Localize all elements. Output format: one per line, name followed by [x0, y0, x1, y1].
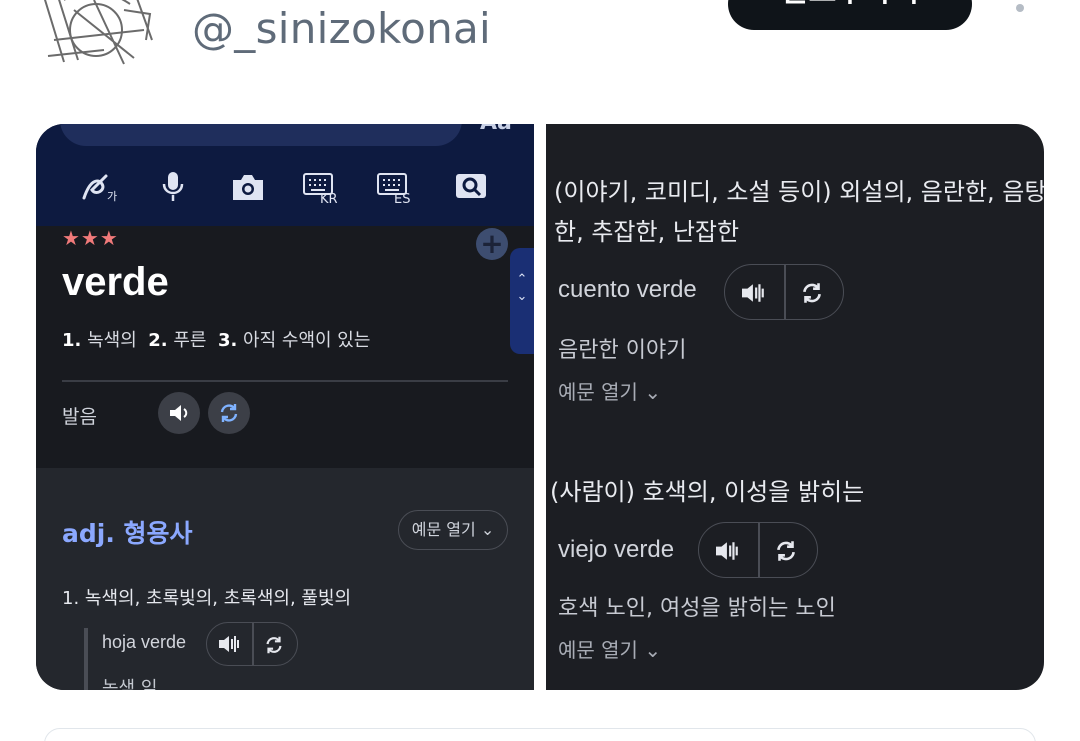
- follow-button[interactable]: 팔로우하기: [728, 0, 972, 30]
- speaker-wave-icon[interactable]: [739, 281, 769, 305]
- add-wordbook-button[interactable]: +: [476, 228, 508, 260]
- tweet-view: @_sinizokonai 팔로우하기 verde Aa 가: [0, 0, 1080, 741]
- divider: [62, 380, 508, 382]
- speaker-wave-icon[interactable]: [217, 633, 243, 655]
- keyboard-kr-icon[interactable]: KR: [302, 170, 342, 204]
- sense-section: adj. 형용사 예문 열기 ⌄ 1. 녹색의, 초록빛의, 초록색의, 풀빛의…: [36, 468, 534, 690]
- entry-scroll-control[interactable]: ⌃ ⌄: [510, 248, 534, 354]
- example-quote-bar: [84, 628, 88, 690]
- repeat-audio-button[interactable]: [208, 392, 250, 434]
- play-audio-button[interactable]: [158, 392, 200, 434]
- separator: [758, 523, 760, 577]
- meaning-3-num: 3.: [217, 330, 238, 351]
- part-of-speech: adj. 형용사: [62, 519, 193, 548]
- example-a-audio-controls: [724, 264, 844, 320]
- repeat-icon: [220, 404, 238, 422]
- sense-definition: 1. 녹색의, 초록빛의, 초록색의, 풀빛의: [62, 588, 352, 609]
- more-options-icon[interactable]: [1016, 4, 1024, 12]
- user-handle[interactable]: @_sinizokonai: [192, 4, 491, 53]
- dictionary-search-field[interactable]: verde: [60, 124, 462, 146]
- font-size-toggle[interactable]: Aa: [480, 124, 512, 135]
- meaning-3-text: 아직 수액이 있는: [243, 330, 371, 351]
- camera-icon[interactable]: [230, 170, 266, 204]
- example-translation: 녹색 잎: [102, 678, 158, 690]
- example-a-phrase: cuento verde: [558, 276, 697, 303]
- example-b-open-toggle[interactable]: 예문 열기 ⌄: [558, 634, 661, 663]
- example-b-translation: 호색 노인, 여성을 밝히는 노인: [558, 596, 836, 621]
- example-a-open-toggle[interactable]: 예문 열기 ⌄: [558, 376, 661, 405]
- open-examples-button[interactable]: 예문 열기 ⌄: [398, 510, 508, 550]
- avatar[interactable]: [34, 0, 158, 66]
- pronunciation-label: 발음: [62, 406, 97, 428]
- meaning-2-text: 푸른: [173, 330, 207, 351]
- sense-a-definition-cont: 한, 추잡한, 난잡한: [554, 218, 740, 246]
- separator: [252, 623, 254, 665]
- example-b-phrase: viejo verde: [558, 536, 675, 563]
- sense-a-definition: (이야기, 코미디, 소설 등이) 외설의, 음란한, 음탕: [554, 178, 1044, 206]
- example-a-translation: 음란한 이야기: [558, 338, 687, 363]
- separator: [784, 265, 786, 319]
- dictionary-toolbar: verde Aa 가 KR ES: [36, 124, 534, 226]
- media-image-left[interactable]: verde Aa 가 KR ES: [36, 124, 534, 690]
- next-content-box: [44, 728, 1036, 741]
- microphone-icon[interactable]: [160, 170, 186, 204]
- entry-header: ★★★ verde 1. 녹색의 2. 푸른 3. 아직 수액이 있는 발음: [36, 226, 534, 468]
- example-audio-controls: [206, 622, 298, 666]
- example-phrase: hoja verde: [102, 632, 187, 652]
- sense-b-definition: (사람이) 호색의, 이성을 밝히는: [550, 478, 865, 506]
- repeat-icon[interactable]: [799, 280, 825, 306]
- keyboard-kr-label: KR: [320, 192, 338, 204]
- keyboard-es-label: ES: [394, 192, 410, 204]
- search-value: verde: [88, 124, 159, 129]
- svg-text:가: 가: [107, 190, 117, 203]
- follow-button-label: 팔로우하기: [781, 0, 919, 9]
- keyboard-es-icon[interactable]: ES: [376, 170, 416, 204]
- chevron-down-icon[interactable]: ⌄: [510, 289, 534, 304]
- repeat-icon[interactable]: [773, 538, 799, 564]
- example-b-audio-controls: [698, 522, 818, 578]
- media-image-right[interactable]: (이야기, 코미디, 소설 등이) 외설의, 음란한, 음탕 한, 추잡한, 난…: [546, 124, 1044, 690]
- meaning-1-text: 녹색의: [87, 330, 137, 351]
- meaning-1-num: 1.: [62, 330, 82, 351]
- importance-stars: ★★★: [62, 226, 119, 250]
- meaning-2-num: 2.: [148, 330, 168, 351]
- meaning-summary: 1. 녹색의 2. 푸른 3. 아직 수액이 있는: [62, 326, 370, 352]
- speaker-wave-icon[interactable]: [713, 539, 743, 563]
- speaker-icon: [170, 405, 188, 421]
- scan-icon[interactable]: [454, 170, 488, 204]
- repeat-icon[interactable]: [263, 634, 285, 656]
- headword: verde: [62, 260, 169, 304]
- handwriting-icon[interactable]: 가: [80, 170, 120, 204]
- chevron-up-icon[interactable]: ⌃: [510, 272, 534, 287]
